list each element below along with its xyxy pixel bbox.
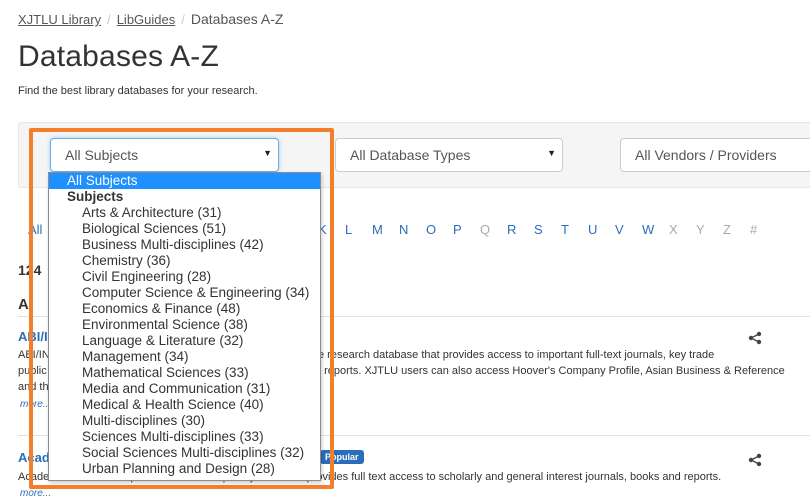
breadcrumb-current: Databases A-Z (190, 11, 284, 27)
vendors-select-value: All Vendors / Providers (635, 147, 777, 163)
az-letter-link[interactable]: T (561, 222, 569, 237)
database-types-select-value: All Database Types (350, 147, 471, 163)
share-icon[interactable] (748, 453, 762, 467)
breadcrumb-separator: / (181, 12, 185, 27)
az-letter-link: Z (723, 222, 731, 237)
breadcrumb-libguides-link[interactable]: LibGuides (117, 12, 176, 27)
page-subtitle: Find the best library databases for your… (18, 85, 258, 97)
az-letter-link: Y (696, 222, 705, 237)
az-letter-link: Q (480, 222, 491, 237)
database-types-select[interactable]: All Database Types ▼ (335, 138, 563, 172)
more-link[interactable]: more... (20, 488, 51, 499)
az-letter-link[interactable]: M (372, 222, 383, 237)
az-letter-link[interactable]: W (642, 222, 654, 237)
chevron-down-icon: ▼ (547, 148, 556, 158)
share-icon[interactable] (748, 331, 762, 345)
database-description-line: t reports. XJTLU users can also access H… (318, 365, 785, 377)
letter-heading: A (18, 296, 29, 313)
page-title: Databases A-Z (18, 40, 220, 73)
vendors-select[interactable]: All Vendors / Providers (620, 138, 810, 172)
az-letter-link[interactable]: O (426, 222, 436, 237)
az-letter-link: # (750, 222, 758, 237)
highlight-box (29, 128, 334, 489)
az-letter-link[interactable]: N (399, 222, 408, 237)
breadcrumb-separator: / (107, 12, 111, 27)
breadcrumb: XJTLU Library / LibGuides / Databases A-Z (18, 11, 283, 27)
az-letter-link[interactable]: R (507, 222, 516, 237)
az-letter-link[interactable]: U (588, 222, 597, 237)
az-letter-link[interactable]: V (615, 222, 624, 237)
az-letter-link[interactable]: L (345, 222, 352, 237)
az-letter-link[interactable]: S (534, 222, 543, 237)
breadcrumb-home-link[interactable]: XJTLU Library (18, 12, 101, 27)
az-letter-link[interactable]: P (453, 222, 462, 237)
az-letter-link: X (669, 222, 678, 237)
database-description-line: e research database that provides access… (318, 349, 715, 361)
